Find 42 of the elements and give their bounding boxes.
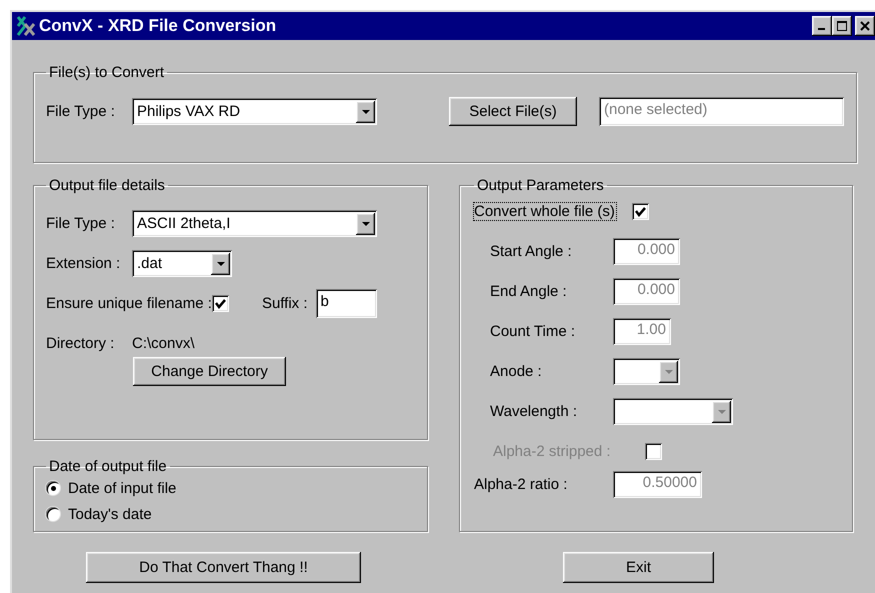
directory-label: Directory :	[46, 335, 116, 352]
close-icon	[860, 21, 870, 31]
app-logo-icon	[16, 15, 36, 37]
suffix-label: Suffix :	[262, 295, 308, 312]
file-type-dropdown[interactable]: ASCII 2theta,I	[132, 210, 377, 237]
directory-path: C:\convx\	[132, 335, 195, 352]
action-button[interactable]: Do That Convert Thang !!	[86, 552, 361, 583]
parameter-label: Alpha-2 stripped :	[492, 443, 611, 460]
group-title: Date of output file	[48, 458, 168, 475]
change-directory-button[interactable]: Change Directory	[133, 357, 286, 386]
parameter-label: Wavelength :	[489, 403, 578, 420]
group-title: Output file details	[48, 177, 166, 194]
action-button[interactable]: Exit	[563, 552, 714, 583]
file-type-label: File Type :	[46, 103, 116, 120]
parameter-checkbox[interactable]	[632, 203, 649, 220]
file-type-dropdown[interactable]: Philips VAX RD	[132, 98, 377, 125]
group-title: Output Parameters	[476, 177, 605, 194]
parameter-label: Alpha-2 ratio :	[474, 476, 568, 493]
maximize-icon	[837, 21, 847, 31]
minimize-button[interactable]	[812, 16, 832, 36]
parameter-dropdown[interactable]	[613, 398, 733, 425]
parameter-dropdown[interactable]	[613, 358, 680, 385]
parameter-label: Count Time :	[489, 323, 576, 340]
parameter-label: Anode :	[489, 363, 543, 380]
select-files-button[interactable]: Select File(s)	[449, 97, 577, 126]
parameter-label: Convert whole file (s)	[474, 203, 616, 220]
window-title: ConvX - XRD File Conversion	[39, 16, 278, 36]
unique-filename-label: Ensure unique filename :	[46, 295, 212, 312]
file-type-label: File Type :	[46, 215, 116, 232]
close-button[interactable]	[855, 16, 875, 36]
extension-label: Extension :	[46, 255, 122, 272]
maximize-button[interactable]	[832, 16, 852, 36]
parameter-label: Start Angle :	[489, 243, 573, 260]
radio-button[interactable]	[46, 507, 60, 521]
suffix-field[interactable]: b	[316, 289, 377, 318]
unique-filename-checkbox[interactable]	[212, 295, 229, 312]
extension-dropdown[interactable]: .dat	[132, 250, 232, 277]
radio-button[interactable]	[46, 481, 60, 495]
radio-option[interactable]: Date of input file	[46, 475, 415, 501]
group-title: File(s) to Convert	[48, 64, 166, 81]
radio-option[interactable]: Today's date	[46, 501, 415, 527]
parameter-label: End Angle :	[489, 283, 568, 300]
